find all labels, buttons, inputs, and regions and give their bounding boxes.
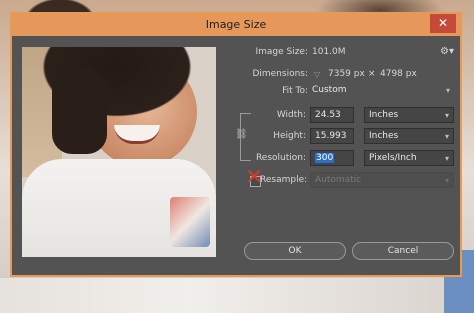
resolution-unit-value: Pixels/Inch [369, 153, 417, 163]
image-size-value: 101.0M [312, 47, 346, 57]
resolution-value: 300 [315, 153, 335, 163]
width-unit-value: Inches [369, 110, 399, 120]
resolution-unit-select[interactable]: Pixels/Inch ▾ [364, 150, 454, 166]
height-input[interactable]: 15.993 [310, 128, 354, 144]
close-icon[interactable]: ✕ [430, 14, 456, 33]
width-unit-select[interactable]: Inches ▾ [364, 107, 454, 123]
dialog-title: Image Size [205, 18, 267, 31]
resolution-input[interactable]: 300 [310, 150, 354, 166]
fit-to-value: Custom [312, 85, 347, 95]
cancel-button[interactable]: Cancel [352, 242, 454, 260]
chevron-down-icon: ▾ [444, 176, 449, 185]
chevron-down-icon[interactable]: ▽ [314, 70, 320, 79]
dimensions-times: × [368, 69, 376, 79]
image-size-label: Image Size: [255, 47, 308, 57]
height-label: Height: [273, 131, 306, 141]
chevron-down-icon: ▾ [444, 154, 449, 163]
preview-hair-side [52, 69, 107, 154]
height-unit-value: Inches [369, 131, 399, 141]
width-input[interactable]: 24.53 [310, 107, 354, 123]
gear-icon[interactable]: ⚙▾ [440, 46, 454, 57]
resample-select[interactable]: Automatic ▾ [310, 172, 454, 188]
chevron-down-icon: ▾ [444, 111, 449, 120]
dimensions-height: 4798 px [380, 69, 417, 79]
width-label: Width: [276, 110, 306, 120]
background-strip [0, 278, 474, 313]
ok-button[interactable]: OK [244, 242, 346, 260]
height-unit-select[interactable]: Inches ▾ [364, 128, 454, 144]
chevron-down-icon: ▾ [445, 86, 450, 95]
preview-shirt-logo [170, 197, 210, 247]
dimensions-width: 7359 px [328, 69, 365, 79]
fit-to-select[interactable]: Custom ▾ [310, 83, 454, 99]
image-size-dialog: Image Size ✕ Image Size: 101.0M ⚙▾ Dimen… [10, 12, 462, 277]
resample-label: Resample: [260, 175, 308, 185]
title-bar[interactable]: Image Size ✕ [12, 14, 460, 36]
fit-to-label: Fit To: [282, 86, 308, 96]
image-preview[interactable] [22, 47, 216, 257]
dimensions-label: Dimensions: [252, 69, 308, 79]
resample-value: Automatic [315, 175, 362, 185]
resolution-label: Resolution: [255, 153, 306, 163]
chevron-down-icon: ▾ [444, 132, 449, 141]
